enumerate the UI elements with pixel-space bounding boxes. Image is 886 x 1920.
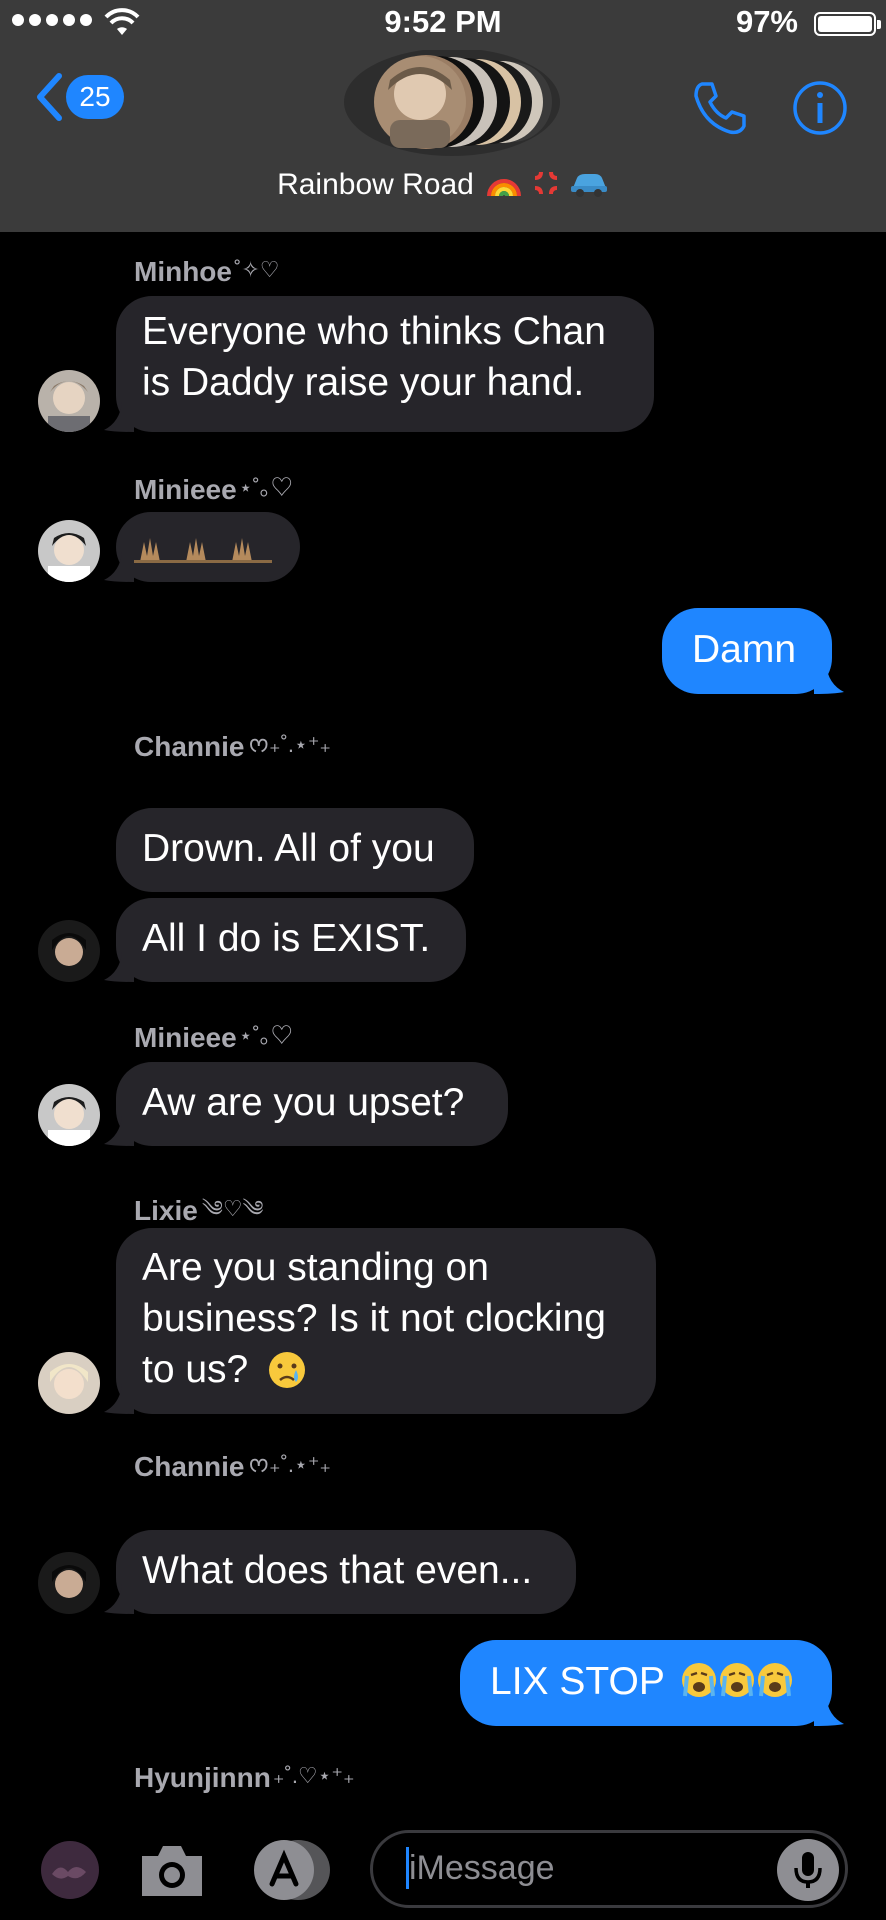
group-name[interactable]: Rainbow Road: [0, 168, 886, 202]
info-icon[interactable]: [790, 78, 850, 138]
raised-hands-emoji-icon: [134, 538, 272, 563]
bubble-tail: [104, 1384, 134, 1414]
battery-icon: [814, 12, 881, 36]
message-bubble-incoming[interactable]: Aw are you upset?: [116, 1062, 508, 1146]
sender-name: Minhoe˚✧♡: [134, 256, 280, 287]
bubble-tail: [104, 402, 134, 432]
message-input-placeholder: iMessage: [409, 1849, 555, 1887]
car-emoji-icon: [570, 174, 607, 197]
message-bubble-incoming[interactable]: What does that even...: [116, 1530, 576, 1614]
avatar[interactable]: [38, 920, 100, 982]
bubble-tail: [814, 1696, 844, 1726]
bubble-tail: [104, 1116, 134, 1146]
bubble-tail: [104, 952, 134, 982]
anger-symbol-emoji-icon: [534, 171, 557, 195]
message-bubble-incoming[interactable]: Everyone who thinks Chan is Daddy raise …: [116, 296, 654, 432]
group-avatar-stack[interactable]: [322, 50, 562, 164]
bubble-tail: [104, 552, 134, 582]
back-button[interactable]: 25: [34, 72, 124, 122]
sender-name: Minieee⋆˚｡♡: [134, 1022, 293, 1053]
crying-face-emoji-icon: [269, 1352, 306, 1388]
message-bubble-outgoing[interactable]: LIX STOP: [460, 1640, 832, 1726]
message-bubble-outgoing[interactable]: Damn: [662, 608, 832, 694]
avatar[interactable]: [38, 370, 100, 432]
microphone-icon: [794, 1852, 822, 1888]
digital-touch-icon[interactable]: [40, 1840, 100, 1900]
sender-name: Channie ᰔ₊˚.⋆⁺₊: [134, 1451, 332, 1482]
loudly-crying-face-emoji-icon: [681, 1660, 795, 1713]
message-bubble-incoming[interactable]: [116, 512, 300, 582]
sender-name: Minieee⋆˚｡♡: [134, 474, 293, 505]
avatar[interactable]: [38, 1084, 100, 1146]
conversation-header: 25 Rainbow Road: [0, 50, 886, 232]
chevron-left-icon: [37, 73, 62, 121]
avatar[interactable]: [38, 1352, 100, 1414]
avatar[interactable]: [38, 520, 100, 582]
status-bar: 9:52 PM 97%: [0, 0, 886, 50]
camera-icon[interactable]: [138, 1842, 206, 1898]
avatar[interactable]: [38, 1552, 100, 1614]
bubble-tail: [104, 1584, 134, 1614]
message-bubble-incoming[interactable]: Drown. All of you: [116, 808, 474, 892]
bubble-tail: [814, 664, 844, 694]
rainbow-emoji-icon: [487, 179, 522, 197]
unread-count-badge: 25: [66, 75, 124, 119]
message-bubble-incoming[interactable]: All I do is EXIST.: [116, 898, 466, 982]
battery-percent: 97%: [735, 4, 798, 39]
sender-name: Channie ᰔ₊˚.⋆⁺₊: [134, 731, 332, 762]
phone-icon[interactable]: [690, 78, 750, 138]
compose-bar: iMessage: [0, 1800, 886, 1920]
microphone-button[interactable]: [777, 1839, 839, 1901]
message-input[interactable]: iMessage: [370, 1830, 848, 1908]
app-store-icon[interactable]: [250, 1838, 334, 1902]
sender-name: Hyunjinnn₊˚.♡⋆⁺₊: [134, 1762, 355, 1793]
message-bubble-incoming[interactable]: Are you standing on business? Is it not …: [116, 1228, 656, 1414]
